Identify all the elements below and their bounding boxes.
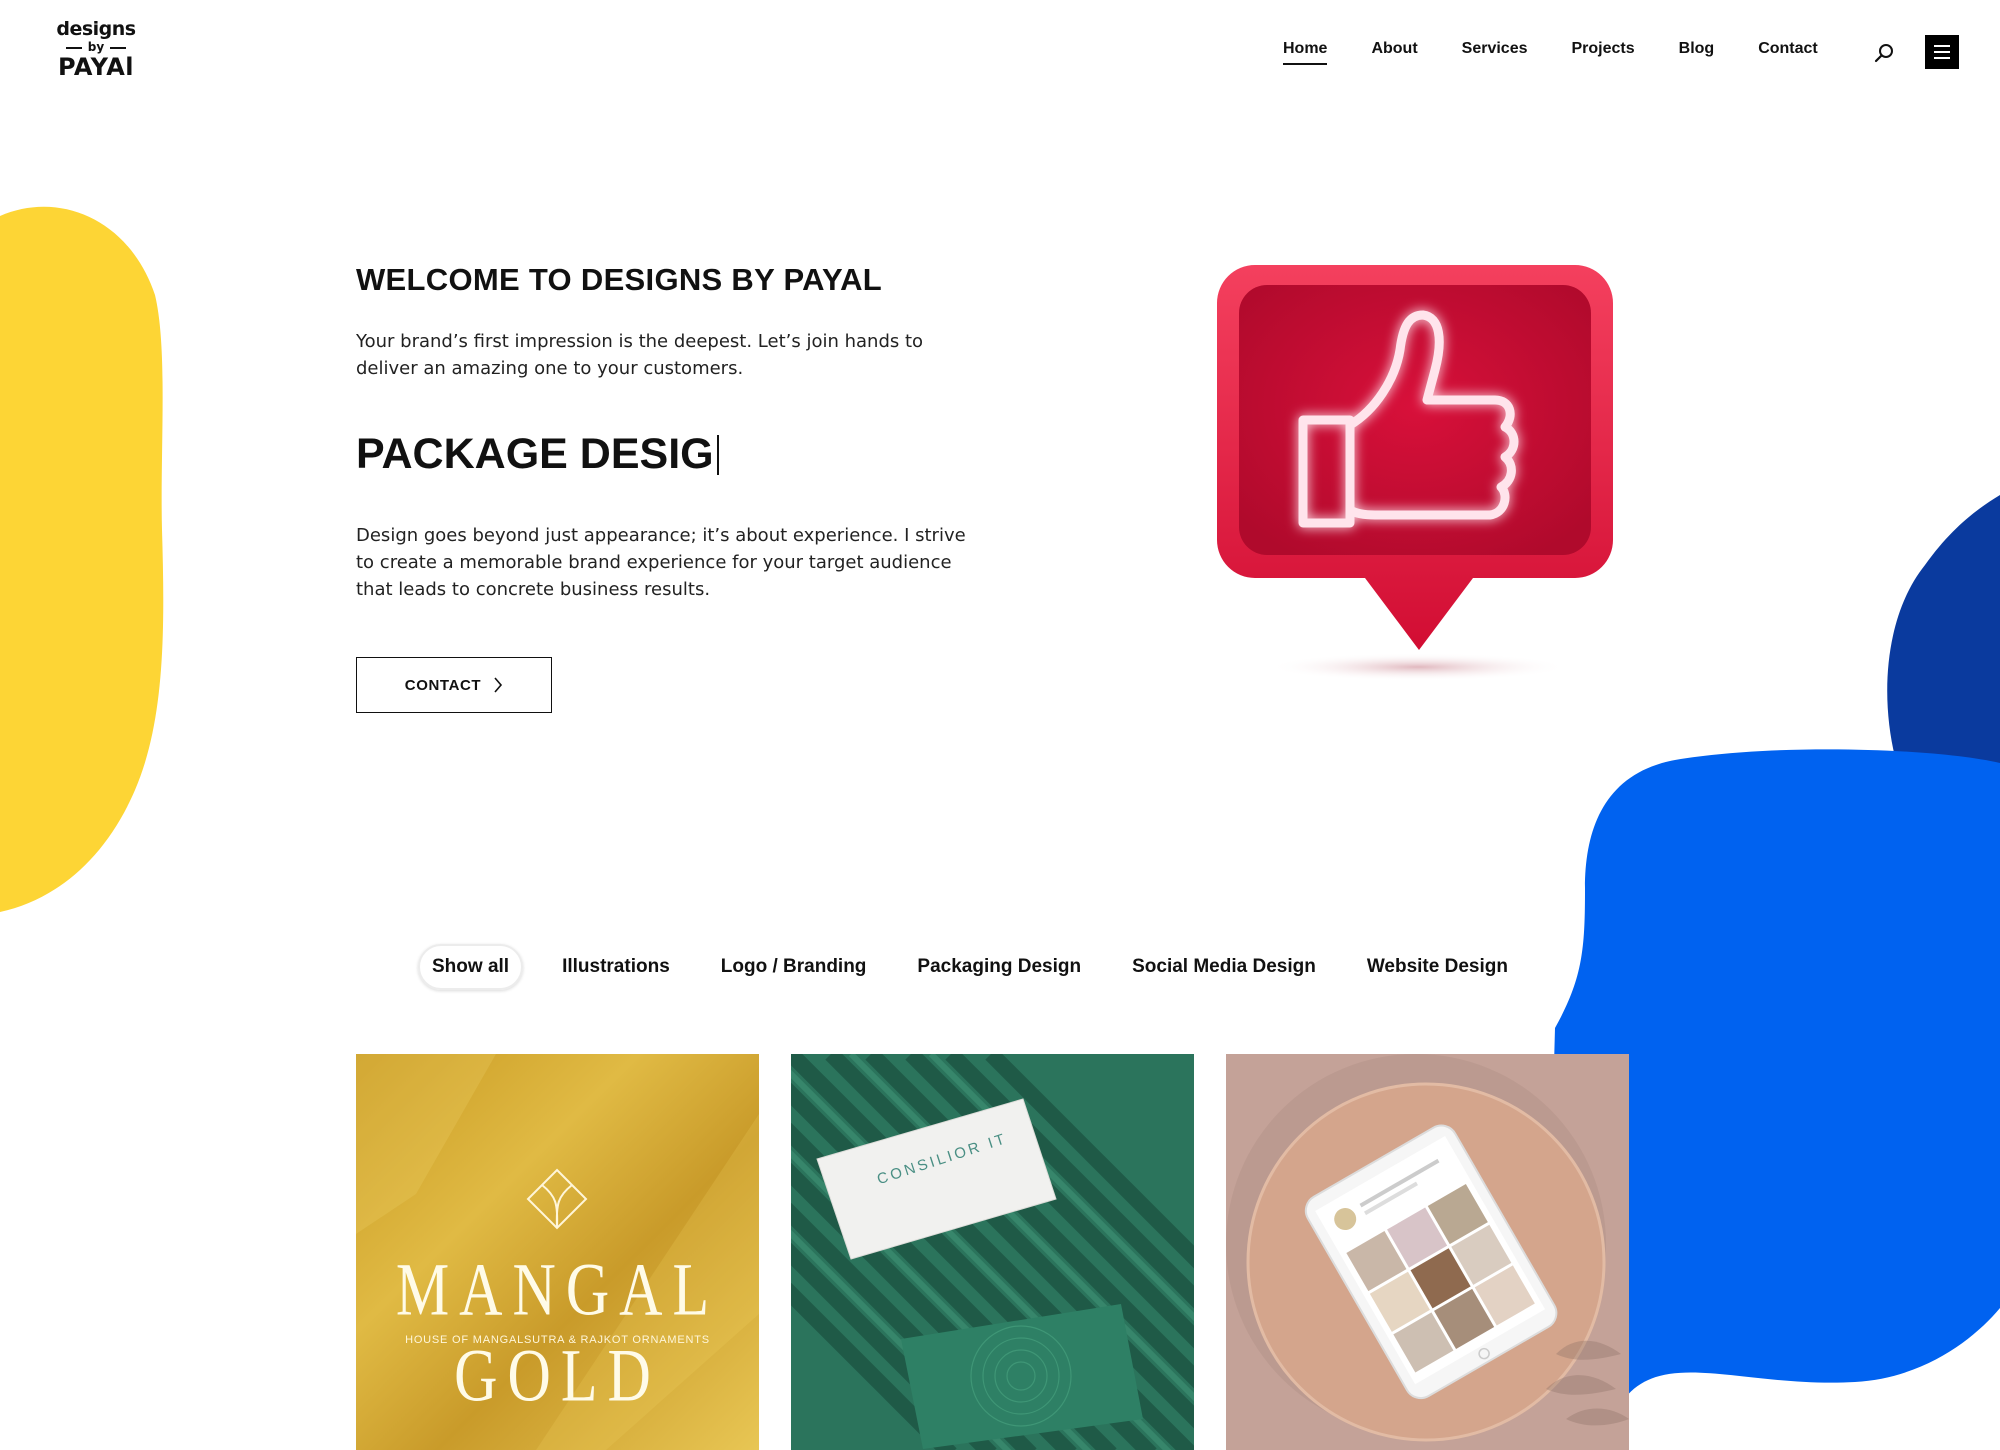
nav-item-contact[interactable]: Contact (1758, 40, 1818, 62)
thumbs-up-icon (1217, 265, 1613, 681)
contact-button-label: CONTACT (404, 676, 482, 694)
filter-social-media-design[interactable]: Social Media Design (1120, 946, 1328, 988)
filter-logo-branding[interactable]: Logo / Branding (709, 946, 879, 988)
navy-decorative-blob (1887, 495, 2000, 765)
logo-text-bottom: PAYAl (57, 53, 135, 81)
nav-item-about[interactable]: About (1371, 40, 1417, 62)
filter-show-all[interactable]: Show all (418, 944, 524, 990)
portfolio-card-mangal-gold[interactable]: MANGAL GOLD HOUSE OF MANGALSUTRA & RAJKO… (356, 1054, 759, 1450)
logo-text-mid: by (56, 40, 136, 54)
filter-illustrations[interactable]: Illustrations (550, 946, 682, 988)
tablet-mockup-image (1226, 1054, 1629, 1450)
site-logo[interactable]: designs by PAYAl (56, 18, 136, 88)
portfolio-filter-bar: Show all Illustrations Logo / Branding P… (418, 944, 1547, 990)
card-subtitle: HOUSE OF MANGALSUTRA & RAJKOT ORNAMENTS (405, 1334, 710, 1346)
logo-text-top: designs (56, 18, 136, 40)
hero-typed-heading: PACKAGE DESIG (356, 430, 719, 479)
contact-button[interactable]: CONTACT (356, 657, 552, 713)
hero-title: WELCOME TO DESIGNS BY PAYAL (356, 262, 883, 297)
chevron-right-icon (494, 677, 503, 693)
nav-item-home[interactable]: Home (1283, 40, 1328, 65)
hero-body-text: Design goes beyond just appearance; it’s… (356, 525, 966, 600)
card-title: MANGAL GOLD (395, 1248, 720, 1417)
main-navigation: Home About Services Projects Blog Contac… (1283, 40, 1862, 65)
hero-intro-text: Your brand’s first impression is the dee… (356, 331, 924, 379)
portfolio-card-consilior-it[interactable]: CONSILIOR IT (791, 1054, 1194, 1450)
yellow-decorative-blob (0, 206, 164, 912)
typing-caret (716, 434, 719, 475)
typed-text: PACKAGE DESIG (356, 430, 714, 478)
filter-packaging-design[interactable]: Packaging Design (905, 946, 1093, 988)
filter-website-design[interactable]: Website Design (1355, 946, 1520, 988)
hamburger-menu-icon (1934, 45, 1950, 47)
portfolio-card-social-media-tablet[interactable] (1226, 1054, 1629, 1450)
hamburger-menu-button[interactable] (1925, 35, 1959, 69)
search-icon[interactable] (1873, 42, 1895, 64)
nav-item-blog[interactable]: Blog (1679, 40, 1715, 62)
nav-item-services[interactable]: Services (1462, 40, 1528, 62)
nav-item-projects[interactable]: Projects (1572, 40, 1635, 62)
business-cards-image (791, 1054, 1194, 1450)
